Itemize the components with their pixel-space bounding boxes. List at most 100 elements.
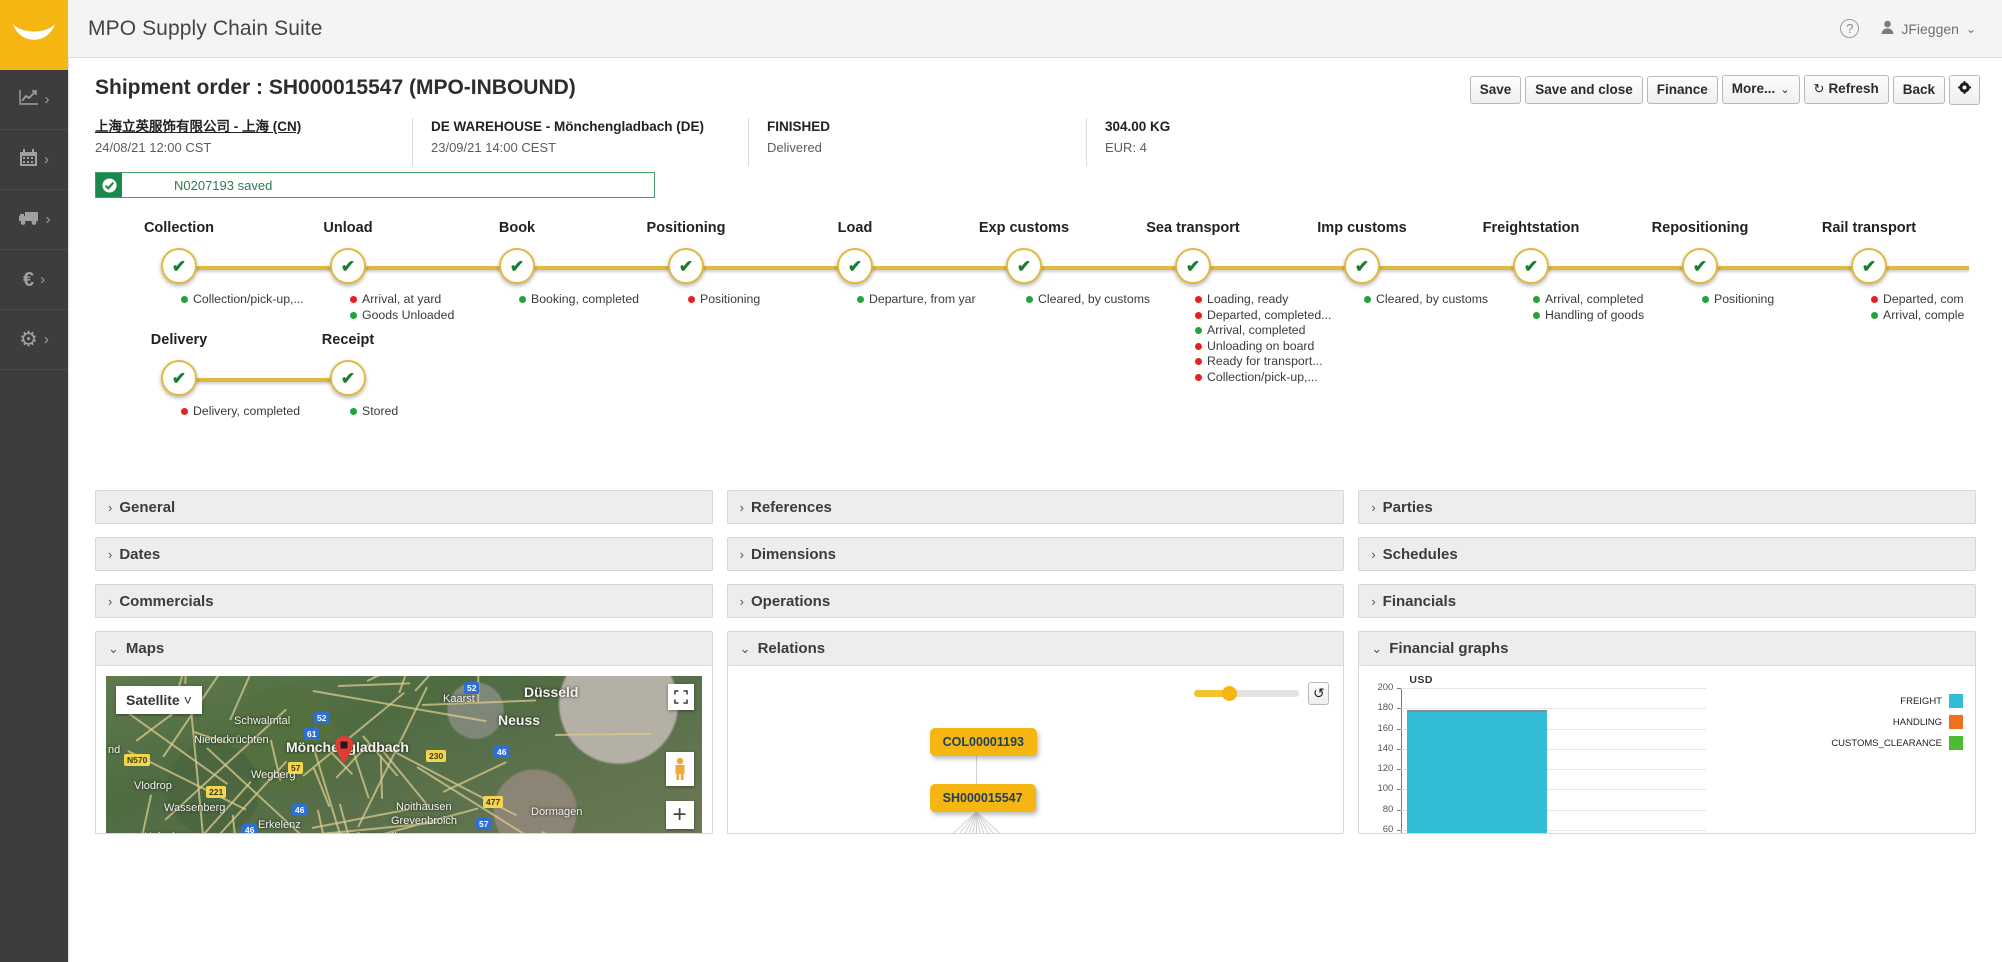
map-streetview-button[interactable] [665, 752, 694, 786]
status-dot-green [1871, 311, 1878, 319]
panel-commercials[interactable]: › Commercials [95, 584, 713, 618]
map-zoom-in-button[interactable]: + [665, 801, 694, 829]
app-logo[interactable] [0, 0, 68, 70]
check-icon: ✔ [1354, 256, 1370, 276]
chart-legend-item[interactable]: FREIGHT [1900, 694, 1963, 708]
panel-operations-label: Operations [751, 592, 831, 610]
panel-operations[interactable]: › Operations [726, 584, 1345, 618]
app-title: MPO Supply Chain Suite [88, 16, 323, 40]
milestone-status-circle[interactable]: ✔ [668, 248, 704, 284]
refresh-button[interactable]: ↻ Refresh [1803, 75, 1889, 105]
panel-schedules-label: Schedules [1382, 545, 1458, 563]
milestone-events: Positioning [1702, 292, 1774, 308]
milestone-event-text: Positioning [700, 292, 761, 306]
chevron-right-icon: › [739, 546, 744, 562]
panel-dates[interactable]: › Dates [95, 537, 713, 571]
relation-node[interactable]: COL00001193 [929, 728, 1037, 756]
milestone-node: Unload ✔ Arrival, at yard Goods Unloaded [323, 220, 454, 322]
milestone-node: Repositioning ✔ Positioning [1652, 220, 1775, 306]
chart-y-tick-label: 180 [1377, 702, 1394, 714]
map-viewport[interactable]: DüsseldNeussMönchengladbachKaarstSchwalm… [106, 676, 702, 833]
chevron-right-icon: › [739, 593, 744, 609]
panel-general-label: General [119, 498, 176, 516]
save-button[interactable]: Save [1469, 75, 1522, 105]
status-dot-red [1195, 358, 1202, 366]
milestone-status-circle[interactable]: ✔ [1006, 248, 1042, 284]
sidebar-item-finance[interactable]: € › [0, 250, 68, 310]
refresh-label: Refresh [1828, 81, 1879, 97]
milestone-status-circle[interactable]: ✔ [330, 248, 366, 284]
map-place-label: Schwalmtal [234, 715, 291, 727]
chart-legend-item[interactable]: HANDLING [1893, 715, 1963, 729]
relation-node[interactable]: SH000015547 [929, 784, 1036, 812]
panel-financial-graphs-header[interactable]: ⌄ Financial graphs [1359, 632, 1975, 666]
milestone-label: Book [498, 220, 536, 236]
slider-handle[interactable] [1222, 686, 1238, 701]
map-place-label: Neuss [498, 712, 541, 728]
pegman-icon [675, 757, 685, 780]
sidebar-item-transport[interactable]: › [0, 190, 68, 250]
user-menu[interactable]: JFieggen ⌄ [1881, 20, 1976, 38]
top-app-bar: MPO Supply Chain Suite ? JFieggen ⌄ [68, 0, 2002, 58]
action-toolbar: Save Save and close Finance More... ⌄ ↻ Re… [1469, 75, 1980, 105]
milestone-event-text: Cleared, by customs [1038, 292, 1151, 306]
panel-maps-header[interactable]: ⌄ Maps [96, 632, 712, 666]
milestone-event: Ready for transport... [1195, 354, 1331, 370]
milestone-status-circle[interactable]: ✔ [1513, 248, 1549, 284]
map-road-shield: 46 [494, 746, 510, 758]
chart-y-tick-label: 100 [1377, 783, 1394, 795]
chart-legend-item[interactable]: CUSTOMS_CLEARANCE [1831, 736, 1963, 750]
map-type-button[interactable]: Satellite ˅ [116, 686, 202, 714]
panel-dimensions[interactable]: › Dimensions [726, 537, 1345, 571]
sidebar-item-calendar[interactable]: › [0, 130, 68, 190]
milestone-status-circle[interactable]: ✔ [1175, 248, 1211, 284]
chart-tick-mark [1397, 688, 1402, 689]
panel-relations-header[interactable]: ⌄ Relations [727, 632, 1344, 666]
relations-edge [975, 756, 977, 786]
milestone-status-circle[interactable]: ✔ [837, 248, 873, 284]
back-button[interactable]: Back [1892, 75, 1945, 105]
panel-parties[interactable]: › Parties [1358, 490, 1976, 524]
panel-general[interactable]: › General [95, 490, 713, 524]
panel-schedules[interactable]: › Schedules [1358, 537, 1976, 571]
milestone-status-circle[interactable]: ✔ [1851, 248, 1887, 284]
relations-reset-button[interactable]: ↺ [1308, 682, 1330, 705]
settings-gear-button[interactable] [1949, 75, 1980, 105]
more-dropdown-button[interactable]: More... ⌄ [1721, 75, 1800, 105]
relations-zoom-slider[interactable] [1194, 686, 1300, 701]
milestone-label: Collection [143, 220, 215, 236]
status-dot-green [1364, 296, 1371, 304]
panel-financials[interactable]: › Financials [1358, 584, 1976, 618]
sidebar-item-settings[interactable]: ⚙ › [0, 310, 68, 370]
milestone-status-circle[interactable]: ✔ [161, 248, 197, 284]
chart-y-tick-label: 200 [1377, 682, 1394, 693]
milestone-status-circle[interactable]: ✔ [330, 360, 366, 396]
milestone-status-circle[interactable]: ✔ [161, 360, 197, 396]
chevron-right-icon: › [44, 91, 50, 108]
chevron-right-icon: › [108, 499, 113, 515]
sidebar-item-analytics[interactable]: › [0, 70, 68, 130]
status-dot-red [181, 408, 188, 416]
milestone-status-circle[interactable]: ✔ [1344, 248, 1380, 284]
save-success-alert: N0207193 saved [95, 172, 655, 198]
map-fullscreen-button[interactable] [667, 684, 694, 710]
analytics-chart-icon [18, 89, 39, 110]
milestone-label: Exp customs [978, 220, 1070, 236]
map-road-shield: 52 [314, 712, 330, 724]
milestone-status-circle[interactable]: ✔ [499, 248, 535, 284]
chevron-down-icon: ⌄ [1780, 84, 1790, 97]
save-and-close-button[interactable]: Save and close [1525, 75, 1643, 105]
status-dot-green [519, 296, 526, 304]
status-dot-red [1195, 311, 1202, 319]
milestone-status-circle[interactable]: ✔ [1682, 248, 1718, 284]
finance-button[interactable]: Finance [1646, 75, 1718, 105]
status-dot-green [1533, 311, 1540, 319]
panel-references[interactable]: › References [726, 490, 1345, 524]
timeline-rail [179, 378, 348, 382]
location-pin-icon[interactable] [334, 736, 354, 764]
milestone-event-text: Stored [362, 404, 399, 418]
milestone-events: Delivery, completed [181, 404, 300, 420]
help-icon[interactable]: ? [1840, 19, 1860, 38]
origin-name[interactable]: 上海立英服饰有限公司 - 上海 (CN) [95, 119, 301, 134]
chart-bar-freight[interactable] [1407, 710, 1548, 833]
